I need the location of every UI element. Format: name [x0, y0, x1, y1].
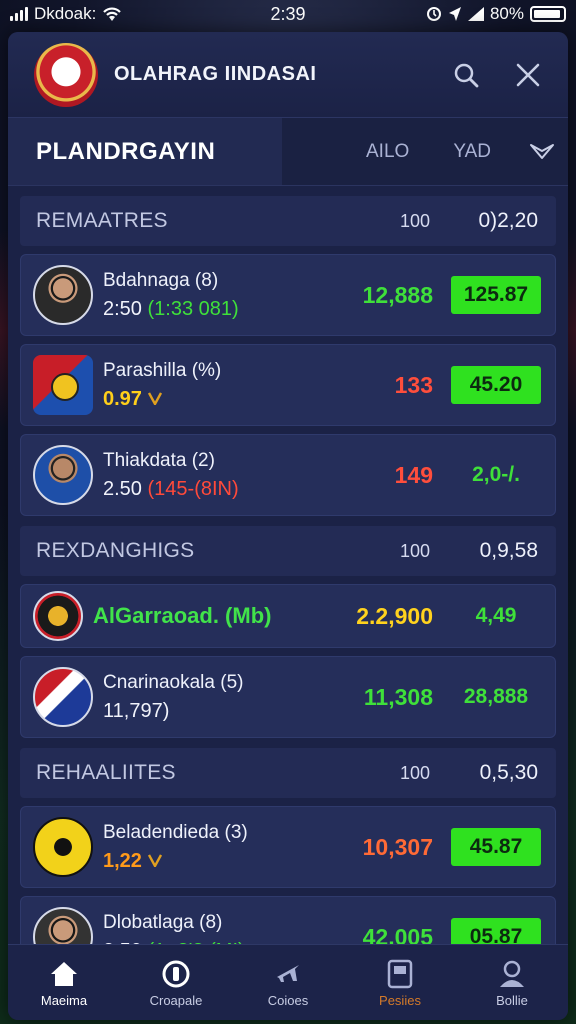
item-name: Bdahnaga (8): [103, 269, 219, 291]
app-header: OLAHRAG IINDASAI: [8, 32, 568, 118]
player-avatar: [33, 445, 93, 505]
section-col2: 0,9,58: [479, 539, 538, 562]
nav-label: Bollie: [496, 993, 528, 1008]
item-score-badge: 2,0-/.: [472, 463, 520, 486]
item-score-badge: 125.87: [451, 276, 541, 314]
item-stat-a: 0.97: [103, 387, 142, 410]
list-item[interactable]: Cnarinaokala (5) 11,797) 11,308 28,888: [20, 656, 556, 738]
tablet-icon: [387, 959, 413, 989]
item-name: Dlobatlaga (8): [103, 911, 223, 933]
section-col2: 0)2,20: [478, 209, 538, 232]
nav-label: Pesiies: [379, 993, 421, 1008]
plane-icon: [277, 965, 299, 982]
tab-active[interactable]: PLANDRGAYIN: [8, 118, 282, 185]
nav-label: Coioes: [267, 993, 309, 1008]
battery-icon: [530, 6, 566, 22]
item-value: 10,307: [362, 833, 433, 860]
section-col1: 100: [399, 762, 430, 783]
item-name: Beladendieda (3): [103, 821, 248, 843]
ball-icon: [162, 960, 190, 988]
club-crest: [33, 817, 93, 877]
home-icon: [51, 962, 77, 986]
signal-icon: [10, 7, 28, 21]
close-icon: [516, 63, 540, 86]
carrier-label: Dkdoak:: [34, 4, 97, 23]
nav-profile[interactable]: Bollie: [462, 957, 562, 1008]
close-button[interactable]: [506, 53, 550, 97]
item-score-badge: 45.87: [451, 828, 541, 866]
nav-travel[interactable]: Coioes: [238, 957, 338, 1008]
nav-matches[interactable]: Croapale: [126, 957, 226, 1008]
item-name: AlGarraoad. (Mb): [93, 603, 272, 628]
chevron-down-icon: [529, 143, 554, 159]
player-avatar: [33, 265, 93, 325]
list-item[interactable]: Parashilla (%) 0.97 133 45.20: [20, 344, 556, 426]
search-button[interactable]: [444, 53, 488, 97]
item-score-badge: 45.20: [451, 366, 541, 404]
tab-dropdown-button[interactable]: [529, 142, 555, 162]
item-stat-a: 11,797): [103, 699, 170, 722]
search-icon: [454, 63, 479, 87]
item-stat-b: (145-(8IN): [147, 477, 239, 500]
item-value: 2.2,900: [356, 602, 433, 629]
trend-down-icon: [147, 391, 162, 407]
section-header: REHAALIITES 100 0,5,30: [20, 748, 556, 798]
item-value: 133: [394, 371, 433, 398]
item-stat-a: 1,22: [103, 849, 142, 872]
section-title: REMAATRES: [36, 209, 168, 232]
item-value: 12,888: [362, 281, 433, 308]
list-item[interactable]: Beladendieda (3) 1,22 10,307 45.87: [20, 806, 556, 888]
nav-results[interactable]: Pesiies: [350, 957, 450, 1008]
wifi-icon: [103, 7, 122, 21]
item-name: Thiakdata (2): [103, 449, 215, 471]
section-header: REXDANGHIGS 100 0,9,58: [20, 526, 556, 576]
club-crest: [33, 591, 83, 641]
app-window: OLAHRAG IINDASAI PLANDRGAYIN AILO YAD RE…: [8, 32, 568, 1020]
cell-signal-icon: [467, 7, 484, 21]
list-item[interactable]: Thiakdata (2) 2.50 (145-(8IN) 149 2,0-/.: [20, 434, 556, 516]
club-crest: [33, 355, 93, 415]
item-stat-a: 2:50: [103, 297, 142, 320]
tab-ailo[interactable]: AILO: [366, 141, 409, 163]
item-value: 11,308: [363, 683, 433, 710]
item-stat-b: (1:33 081): [147, 297, 239, 320]
section-col1: 100: [399, 210, 430, 231]
item-name: Parashilla (%): [103, 359, 222, 381]
trend-down-icon: [147, 853, 162, 869]
tab-yad[interactable]: YAD: [453, 141, 491, 163]
item-score-badge: 28,888: [463, 685, 529, 708]
status-bar: Dkdoak: 2:39 80%: [0, 0, 576, 28]
section-title: REXDANGHIGS: [36, 539, 195, 562]
item-name: Cnarinaokala (5): [103, 671, 244, 693]
app-logo: [34, 42, 98, 107]
nav-label: Maeima: [40, 993, 88, 1008]
app-title: OLAHRAG IINDASAI: [114, 63, 317, 85]
list-item[interactable]: AlGarraoad. (Mb) 2.2,900 4,49: [20, 584, 556, 648]
bottom-nav: Maeima Croapale Coioes Pesiies Bollie: [8, 944, 568, 1020]
nav-home[interactable]: Maeima: [14, 957, 114, 1008]
item-value: 149: [394, 461, 433, 488]
battery-percent: 80%: [489, 4, 524, 23]
user-icon: [500, 960, 524, 987]
section-title: REHAALIITES: [36, 761, 176, 784]
standings-list: REMAATRES 100 0)2,20 Bdahnaga (8) 2:50 (…: [8, 186, 568, 978]
section-header: REMAATRES 100 0)2,20: [20, 196, 556, 246]
alarm-icon: [426, 7, 441, 21]
section-col2: 0,5,30: [479, 761, 538, 784]
list-item[interactable]: Bdahnaga (8) 2:50 (1:33 081) 12,888 125.…: [20, 254, 556, 336]
section-col1: 100: [399, 540, 430, 561]
item-stat-a: 2.50: [103, 477, 142, 500]
nav-label: Croapale: [149, 993, 203, 1008]
club-crest: [33, 667, 93, 727]
tab-bar: PLANDRGAYIN AILO YAD: [8, 118, 568, 186]
location-icon: [448, 7, 461, 21]
item-score-badge: 4,49: [475, 604, 517, 627]
